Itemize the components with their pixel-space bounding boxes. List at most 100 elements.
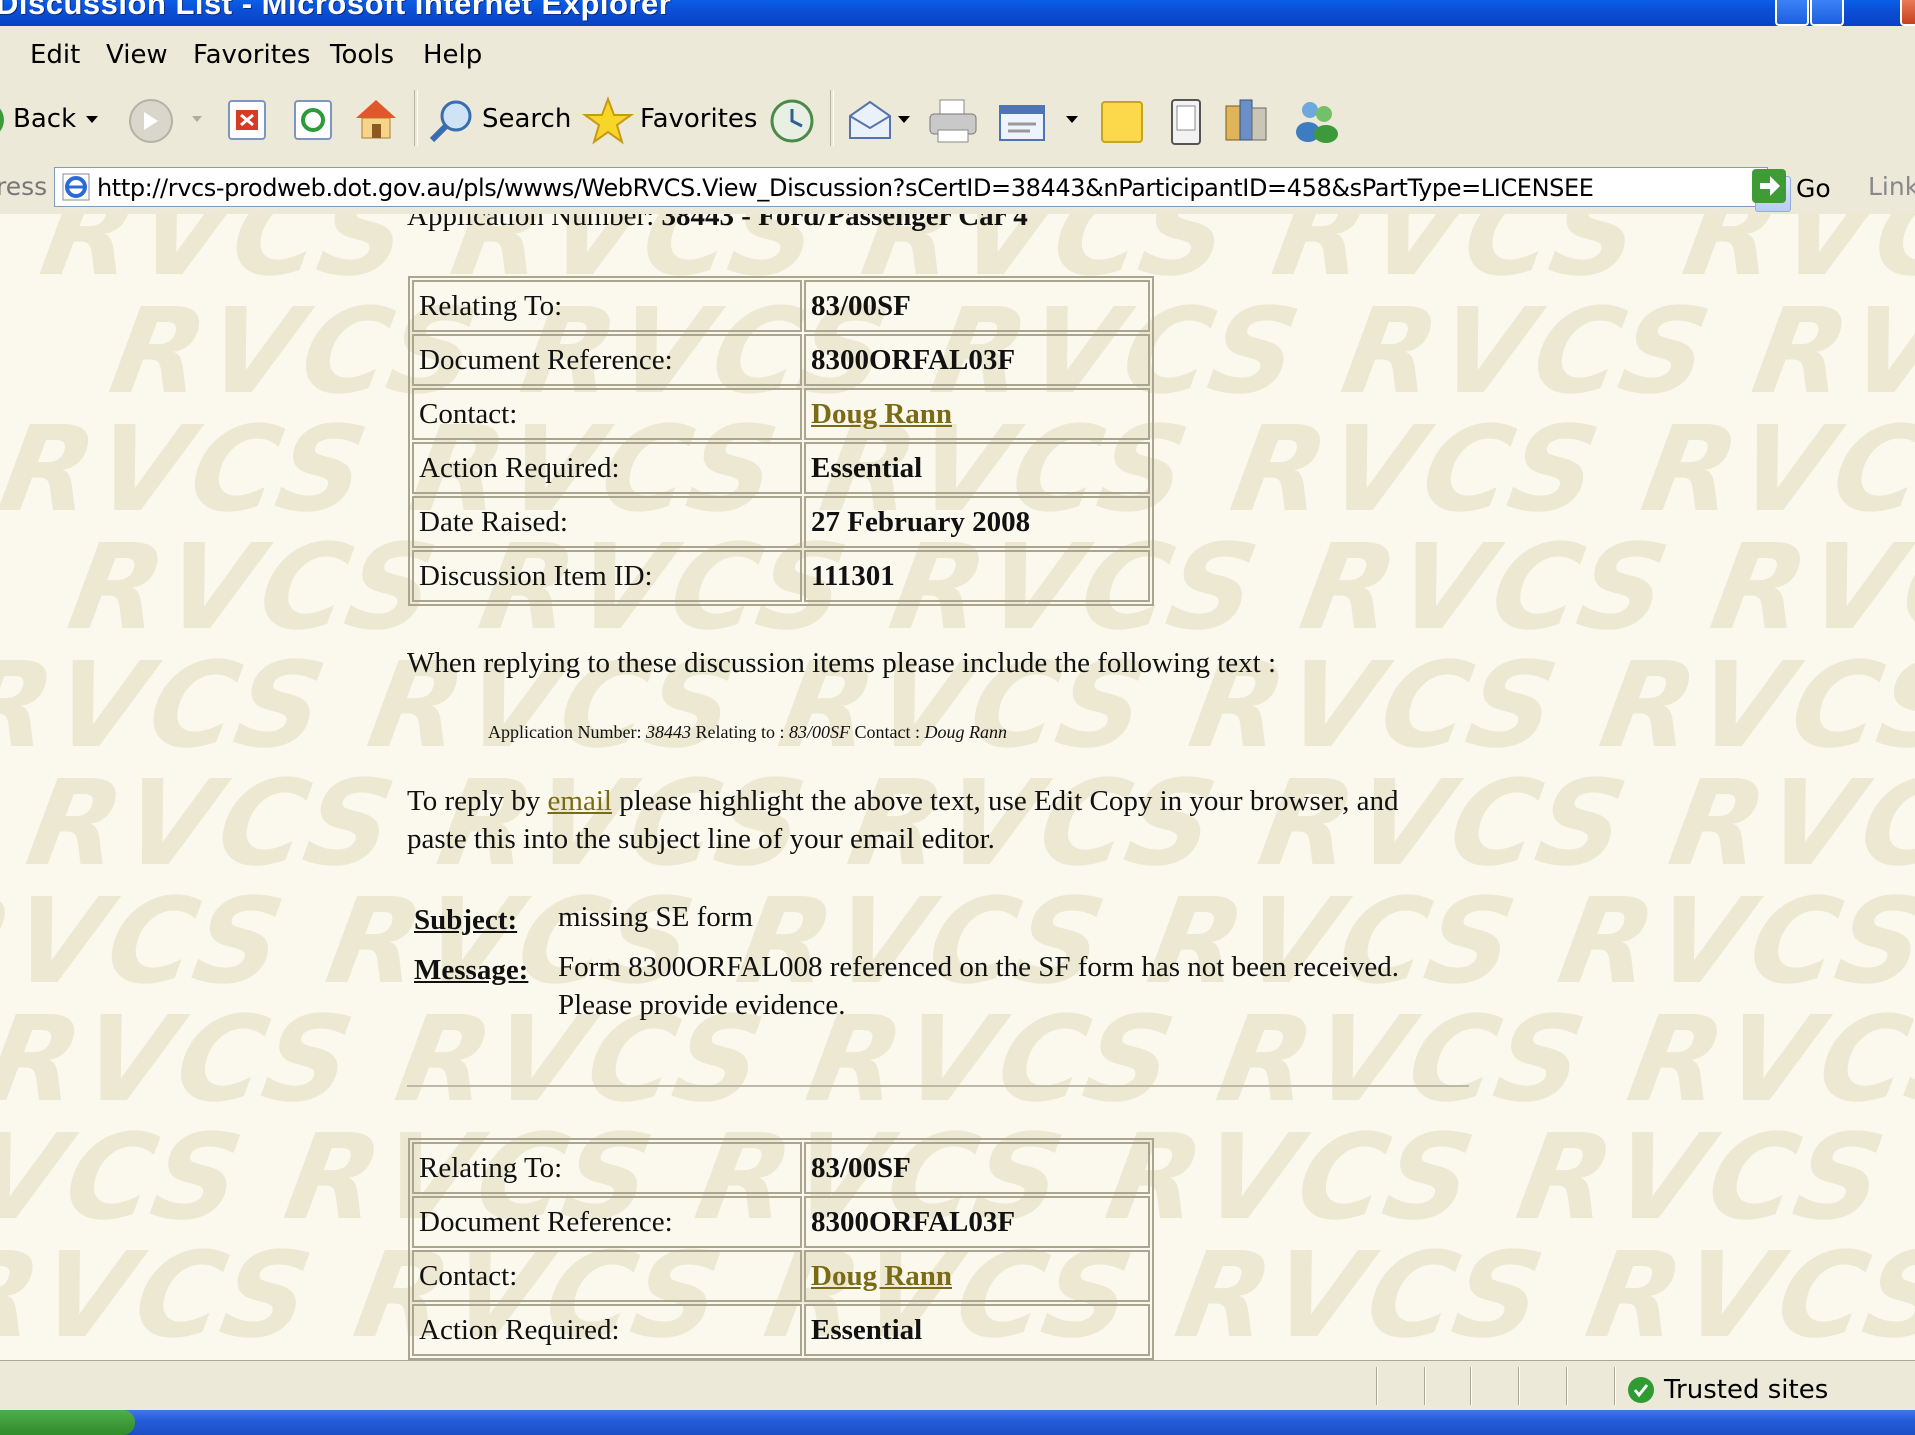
contact-cell: Doug Rann xyxy=(804,1250,1150,1302)
minimize-button[interactable] xyxy=(1775,0,1809,26)
links-button[interactable]: Links xyxy=(1868,172,1915,201)
date-raised-label: Date Raised: xyxy=(412,496,802,548)
refresh-icon[interactable] xyxy=(292,98,334,142)
close-button[interactable] xyxy=(1900,0,1915,26)
action-required-label: Action Required: xyxy=(412,442,802,494)
stop-icon[interactable] xyxy=(226,98,268,142)
discussion-item-id-label: Discussion Item ID: xyxy=(412,550,802,602)
toolbar: Back Search Favorites xyxy=(0,82,1915,161)
history-icon[interactable] xyxy=(766,96,818,146)
document-reference-label: Document Reference: xyxy=(412,1196,802,1248)
home-icon[interactable] xyxy=(352,96,400,144)
relating-to-label: Relating To: xyxy=(412,1142,802,1194)
ref-contact-value: Doug Rann xyxy=(924,722,1007,742)
maximize-button[interactable] xyxy=(1810,0,1844,26)
trusted-check-icon xyxy=(1628,1377,1654,1403)
relating-to-value: 83/00SF xyxy=(804,280,1150,332)
ie-page-icon xyxy=(62,173,90,201)
date-raised-value: 27 February 2008 xyxy=(804,496,1150,548)
table-row: Contact: Doug Rann xyxy=(412,1250,1150,1302)
table-row: Action Required: Essential xyxy=(412,442,1150,494)
ref-app-label: Application Number: xyxy=(488,722,642,742)
status-separator xyxy=(1376,1367,1378,1405)
document-reference-label: Document Reference: xyxy=(412,334,802,386)
menu-tools[interactable]: Tools xyxy=(330,40,394,70)
menu-bar: Edit View Favorites Tools Help xyxy=(0,26,1915,83)
application-number-label: Application Number: xyxy=(407,214,662,232)
contact-link[interactable]: Doug Rann xyxy=(811,398,952,430)
contact-label: Contact: xyxy=(412,1250,802,1302)
table-row: Date Raised: 27 February 2008 xyxy=(412,496,1150,548)
email-instruction: To reply by email please highlight the a… xyxy=(407,782,1447,858)
action-required-value: Essential xyxy=(804,1304,1150,1356)
menu-view[interactable]: View xyxy=(106,40,168,70)
edit-dropdown-icon[interactable] xyxy=(1066,116,1080,126)
status-bar: Trusted sites xyxy=(0,1360,1915,1411)
research-books-icon[interactable] xyxy=(1222,96,1270,146)
address-input[interactable]: http://rvcs-prodweb.dot.gov.au/pls/wwws/… xyxy=(54,167,1791,212)
relating-to-label: Relating To: xyxy=(412,280,802,332)
edit-page-icon[interactable] xyxy=(996,100,1050,146)
table-row: Relating To: 83/00SF xyxy=(412,280,1150,332)
table-row: Relating To: 83/00SF xyxy=(412,1142,1150,1194)
table-row: Document Reference: 8300ORFAL03F xyxy=(412,334,1150,386)
address-bar: ress http://rvcs-prodweb.dot.gov.au/pls/… xyxy=(0,160,1915,215)
email-instruction-start: To reply by xyxy=(407,785,548,817)
status-separator xyxy=(1566,1367,1568,1405)
back-button[interactable]: Back xyxy=(13,104,76,134)
menu-help[interactable]: Help xyxy=(423,40,482,70)
address-url-text: http://rvcs-prodweb.dot.gov.au/pls/wwws/… xyxy=(97,174,1594,202)
contact-cell: Doug Rann xyxy=(804,388,1150,440)
contact-link[interactable]: Doug Rann xyxy=(811,1260,952,1292)
application-number: Application Number: 38443 - Ford/Passeng… xyxy=(407,214,1028,233)
mail-icon[interactable] xyxy=(846,98,900,144)
action-required-value: Essential xyxy=(804,442,1150,494)
forward-dropdown-icon[interactable] xyxy=(192,116,204,126)
status-separator xyxy=(1518,1367,1520,1405)
print-icon[interactable] xyxy=(926,96,980,146)
ref-app-value: 38443 xyxy=(645,722,691,742)
table-row: Discussion Item ID: 111301 xyxy=(412,550,1150,602)
window-title: Discussion List - Microsoft Internet Exp… xyxy=(0,0,672,21)
ref-relating-label: Relating to : xyxy=(695,722,785,742)
table-row: Contact: Doug Rann xyxy=(412,388,1150,440)
ref-relating-value: 83/00SF xyxy=(788,722,850,742)
ref-contact-label: Contact : xyxy=(854,722,920,742)
security-zone-label: Trusted sites xyxy=(1664,1375,1829,1405)
back-arrow-icon[interactable] xyxy=(0,100,8,140)
title-bar: Discussion List - Microsoft Internet Exp… xyxy=(0,0,1915,26)
item-divider xyxy=(407,1085,1469,1087)
reference-line: Application Number: 38443 Relating to : … xyxy=(488,722,1007,743)
table-row: Action Required: Essential xyxy=(412,1304,1150,1356)
discussion-item-id-value: 111301 xyxy=(804,550,1150,602)
search-button[interactable]: Search xyxy=(482,104,571,134)
go-button[interactable]: Go xyxy=(1796,174,1831,203)
document-reference-value: 8300ORFAL03F xyxy=(804,1196,1150,1248)
messenger-device-icon[interactable] xyxy=(1166,96,1206,148)
back-dropdown-icon[interactable] xyxy=(86,116,100,126)
contact-label: Contact: xyxy=(412,388,802,440)
mail-dropdown-icon[interactable] xyxy=(898,116,912,126)
start-button[interactable] xyxy=(0,1410,135,1435)
messenger-people-icon[interactable] xyxy=(1290,96,1344,146)
status-separator xyxy=(1424,1367,1426,1405)
message-value: Form 8300ORFAL008 referenced on the SF f… xyxy=(558,951,1400,1021)
menu-favorites[interactable]: Favorites xyxy=(193,40,310,70)
search-icon[interactable] xyxy=(426,96,478,146)
go-arrow-icon[interactable] xyxy=(1752,169,1786,203)
document-reference-value: 8300ORFAL03F xyxy=(804,334,1150,386)
table-row: Document Reference: 8300ORFAL03F xyxy=(412,1196,1150,1248)
status-separator xyxy=(1614,1367,1616,1405)
email-link[interactable]: email xyxy=(548,785,612,817)
relating-to-value: 83/00SF xyxy=(804,1142,1150,1194)
reply-instruction: When replying to these discussion items … xyxy=(407,647,1277,679)
toolbar-separator xyxy=(414,90,418,146)
favorites-button[interactable]: Favorites xyxy=(640,104,757,134)
favorites-star-icon[interactable] xyxy=(582,96,634,146)
forward-arrow-icon[interactable] xyxy=(128,98,174,144)
discuss-note-icon[interactable] xyxy=(1098,98,1146,146)
application-number-value: 38443 - Ford/Passenger Car 4 xyxy=(661,214,1028,232)
menu-edit[interactable]: Edit xyxy=(30,40,80,70)
subject-value: missing SE form xyxy=(558,901,753,933)
action-required-label: Action Required: xyxy=(412,1304,802,1356)
